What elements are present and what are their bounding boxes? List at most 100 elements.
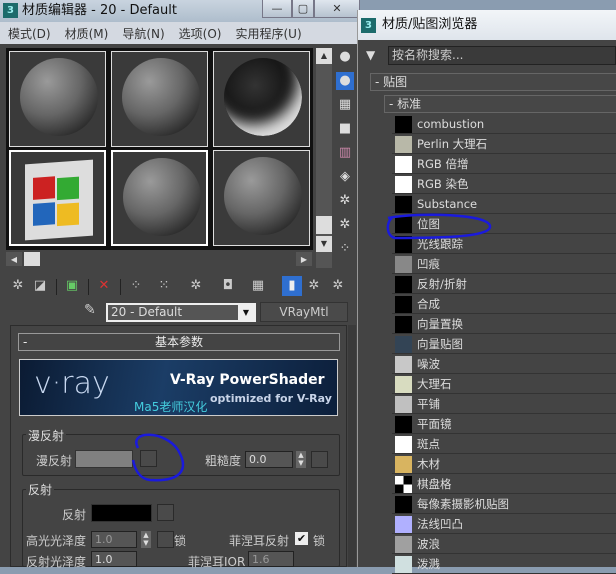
material-sphere — [224, 58, 302, 136]
map-item-label: 斑点 — [417, 437, 440, 451]
material-type-button[interactable]: VRayMtl — [260, 302, 348, 322]
rollout-basic-params[interactable]: - 基本参数 — [18, 333, 340, 351]
menu-navigation[interactable]: 导航(N) — [122, 25, 164, 42]
roughness-input[interactable]: 0.0 — [245, 451, 293, 468]
options-menu-icon[interactable]: ▼ — [366, 48, 382, 64]
subsection-standard[interactable]: - 标准 — [384, 95, 616, 113]
background-checker-icon[interactable]: ▦ — [336, 96, 354, 114]
sample-slot[interactable] — [9, 51, 106, 147]
reflection-map-button[interactable] — [157, 504, 174, 521]
sample-slot[interactable] — [213, 51, 310, 147]
map-item[interactable]: 波浪 — [392, 534, 616, 554]
panel-scrollbar[interactable] — [348, 325, 356, 567]
video-color-check-icon[interactable]: ▥ — [336, 144, 354, 162]
roughness-map-button[interactable] — [311, 451, 328, 468]
map-item[interactable]: 平铺 — [392, 394, 616, 414]
map-item-label: 法线凹凸 — [417, 517, 463, 531]
material-name-dropdown[interactable]: 20 - Default ▼ — [106, 303, 256, 322]
map-item-label: 向量贴图 — [417, 337, 463, 351]
map-item[interactable]: 向量置换 — [392, 314, 616, 334]
fresnel-ior-input[interactable]: 1.6 — [248, 551, 294, 567]
menu-options[interactable]: 选项(O) — [179, 25, 222, 42]
roughness-spinner-icon[interactable]: ▲ ▼ — [296, 451, 306, 468]
material-id-icon[interactable]: ◘ — [218, 276, 238, 296]
scroll-thumb[interactable] — [316, 216, 332, 234]
diffuse-color-swatch[interactable] — [75, 450, 133, 468]
map-item[interactable]: 泼溅 — [392, 554, 616, 574]
menu-material[interactable]: 材质(M) — [65, 25, 109, 42]
map-item[interactable]: 反射/折射 — [392, 274, 616, 294]
map-item[interactable]: 位图 — [392, 214, 616, 234]
map-item-label: 平面镜 — [417, 417, 452, 431]
go-forward-sibling-icon[interactable]: ✲ — [328, 276, 348, 296]
scroll-thumb[interactable] — [24, 252, 40, 266]
hilight-spinner-icon[interactable]: ▲ ▼ — [141, 531, 151, 548]
material-sphere — [20, 58, 98, 136]
fresnel-lock-label[interactable]: 锁 — [313, 532, 325, 549]
sample-slot[interactable] — [213, 150, 310, 246]
map-item[interactable]: 棋盘格 — [392, 474, 616, 494]
map-item[interactable]: 每像素摄影机贴图 — [392, 494, 616, 514]
reset-icon[interactable]: ✕ — [94, 276, 114, 296]
select-by-material-icon[interactable]: ✲ — [336, 216, 354, 234]
map-item[interactable]: 向量贴图 — [392, 334, 616, 354]
diffuse-map-button[interactable] — [140, 450, 157, 467]
scroll-left-icon[interactable]: ◀ — [6, 252, 22, 266]
map-item[interactable]: 噪波 — [392, 354, 616, 374]
minimize-button[interactable]: — — [262, 0, 292, 18]
map-item[interactable]: 大理石 — [392, 374, 616, 394]
copy-material-icon[interactable]: ⁘ — [126, 276, 146, 296]
reflection-color-swatch[interactable] — [91, 504, 152, 522]
uv-tiling-icon[interactable]: ■ — [336, 120, 354, 138]
flag-red — [33, 176, 55, 200]
maximize-button[interactable]: ▢ — [292, 0, 314, 18]
show-end-result-icon[interactable]: ▮ — [282, 276, 302, 296]
options-icon[interactable]: ✲ — [336, 192, 354, 210]
map-item[interactable]: Perlin 大理石 — [392, 134, 616, 154]
get-material-icon[interactable]: ✲ — [8, 276, 28, 296]
scroll-down-icon[interactable]: ▼ — [316, 236, 332, 252]
map-item-label: 每像素摄影机贴图 — [417, 497, 509, 511]
map-item[interactable]: RGB 染色 — [392, 174, 616, 194]
reflect-gloss-input[interactable]: 1.0 — [91, 551, 137, 567]
backlight-icon[interactable]: ● — [336, 72, 354, 90]
map-item[interactable]: 木材 — [392, 454, 616, 474]
make-preview-icon[interactable]: ◈ — [336, 168, 354, 186]
scroll-right-icon[interactable]: ▶ — [296, 252, 312, 266]
map-item[interactable]: Substance — [392, 194, 616, 214]
put-to-library-icon[interactable]: ✲ — [186, 276, 206, 296]
eyedropper-icon[interactable]: ✎ — [84, 302, 102, 322]
menu-utilities[interactable]: 实用程序(U) — [235, 25, 301, 42]
hilight-lock-label[interactable]: 锁 — [174, 532, 186, 549]
section-maps[interactable]: - 贴图 — [370, 73, 616, 91]
map-item[interactable]: combustion — [392, 114, 616, 134]
make-unique-icon[interactable]: ⁙ — [154, 276, 174, 296]
scroll-up-icon[interactable]: ▲ — [316, 48, 332, 64]
search-input[interactable]: 按名称搜索... — [388, 46, 616, 65]
put-to-scene-icon[interactable]: ◪ — [30, 276, 50, 296]
map-item[interactable]: 平面镜 — [392, 414, 616, 434]
fresnel-checkbox[interactable]: ✔ — [295, 532, 308, 545]
sample-slot[interactable] — [111, 51, 208, 147]
map-item[interactable]: 光线跟踪 — [392, 234, 616, 254]
map-item[interactable]: RGB 倍增 — [392, 154, 616, 174]
sample-slot[interactable] — [111, 150, 208, 246]
map-item[interactable]: 凹痕 — [392, 254, 616, 274]
slots-horizontal-scrollbar[interactable]: ◀ ▶ — [6, 252, 312, 266]
close-button[interactable]: ✕ — [314, 0, 360, 18]
map-item[interactable]: 法线凹凸 — [392, 514, 616, 534]
material-navigator-icon[interactable]: ⁘ — [336, 240, 354, 258]
assign-to-selection-icon[interactable]: ▣ — [62, 276, 82, 296]
map-swatch-icon — [395, 136, 412, 153]
menu-mode[interactable]: 模式(D) — [8, 25, 51, 42]
show-map-in-viewport-icon[interactable]: ▦ — [248, 276, 268, 296]
map-item[interactable]: 斑点 — [392, 434, 616, 454]
hilight-lock-toggle[interactable] — [157, 531, 174, 548]
slots-vertical-scrollbar[interactable]: ▲ ▼ — [316, 48, 332, 268]
chevron-down-icon[interactable]: ▼ — [238, 305, 254, 320]
sample-type-icon[interactable]: ● — [336, 48, 354, 66]
hilight-gloss-input[interactable]: 1.0 — [91, 531, 137, 548]
go-to-parent-icon[interactable]: ✲ — [304, 276, 324, 296]
map-item[interactable]: 合成 — [392, 294, 616, 314]
sample-slot-active[interactable] — [9, 150, 106, 246]
